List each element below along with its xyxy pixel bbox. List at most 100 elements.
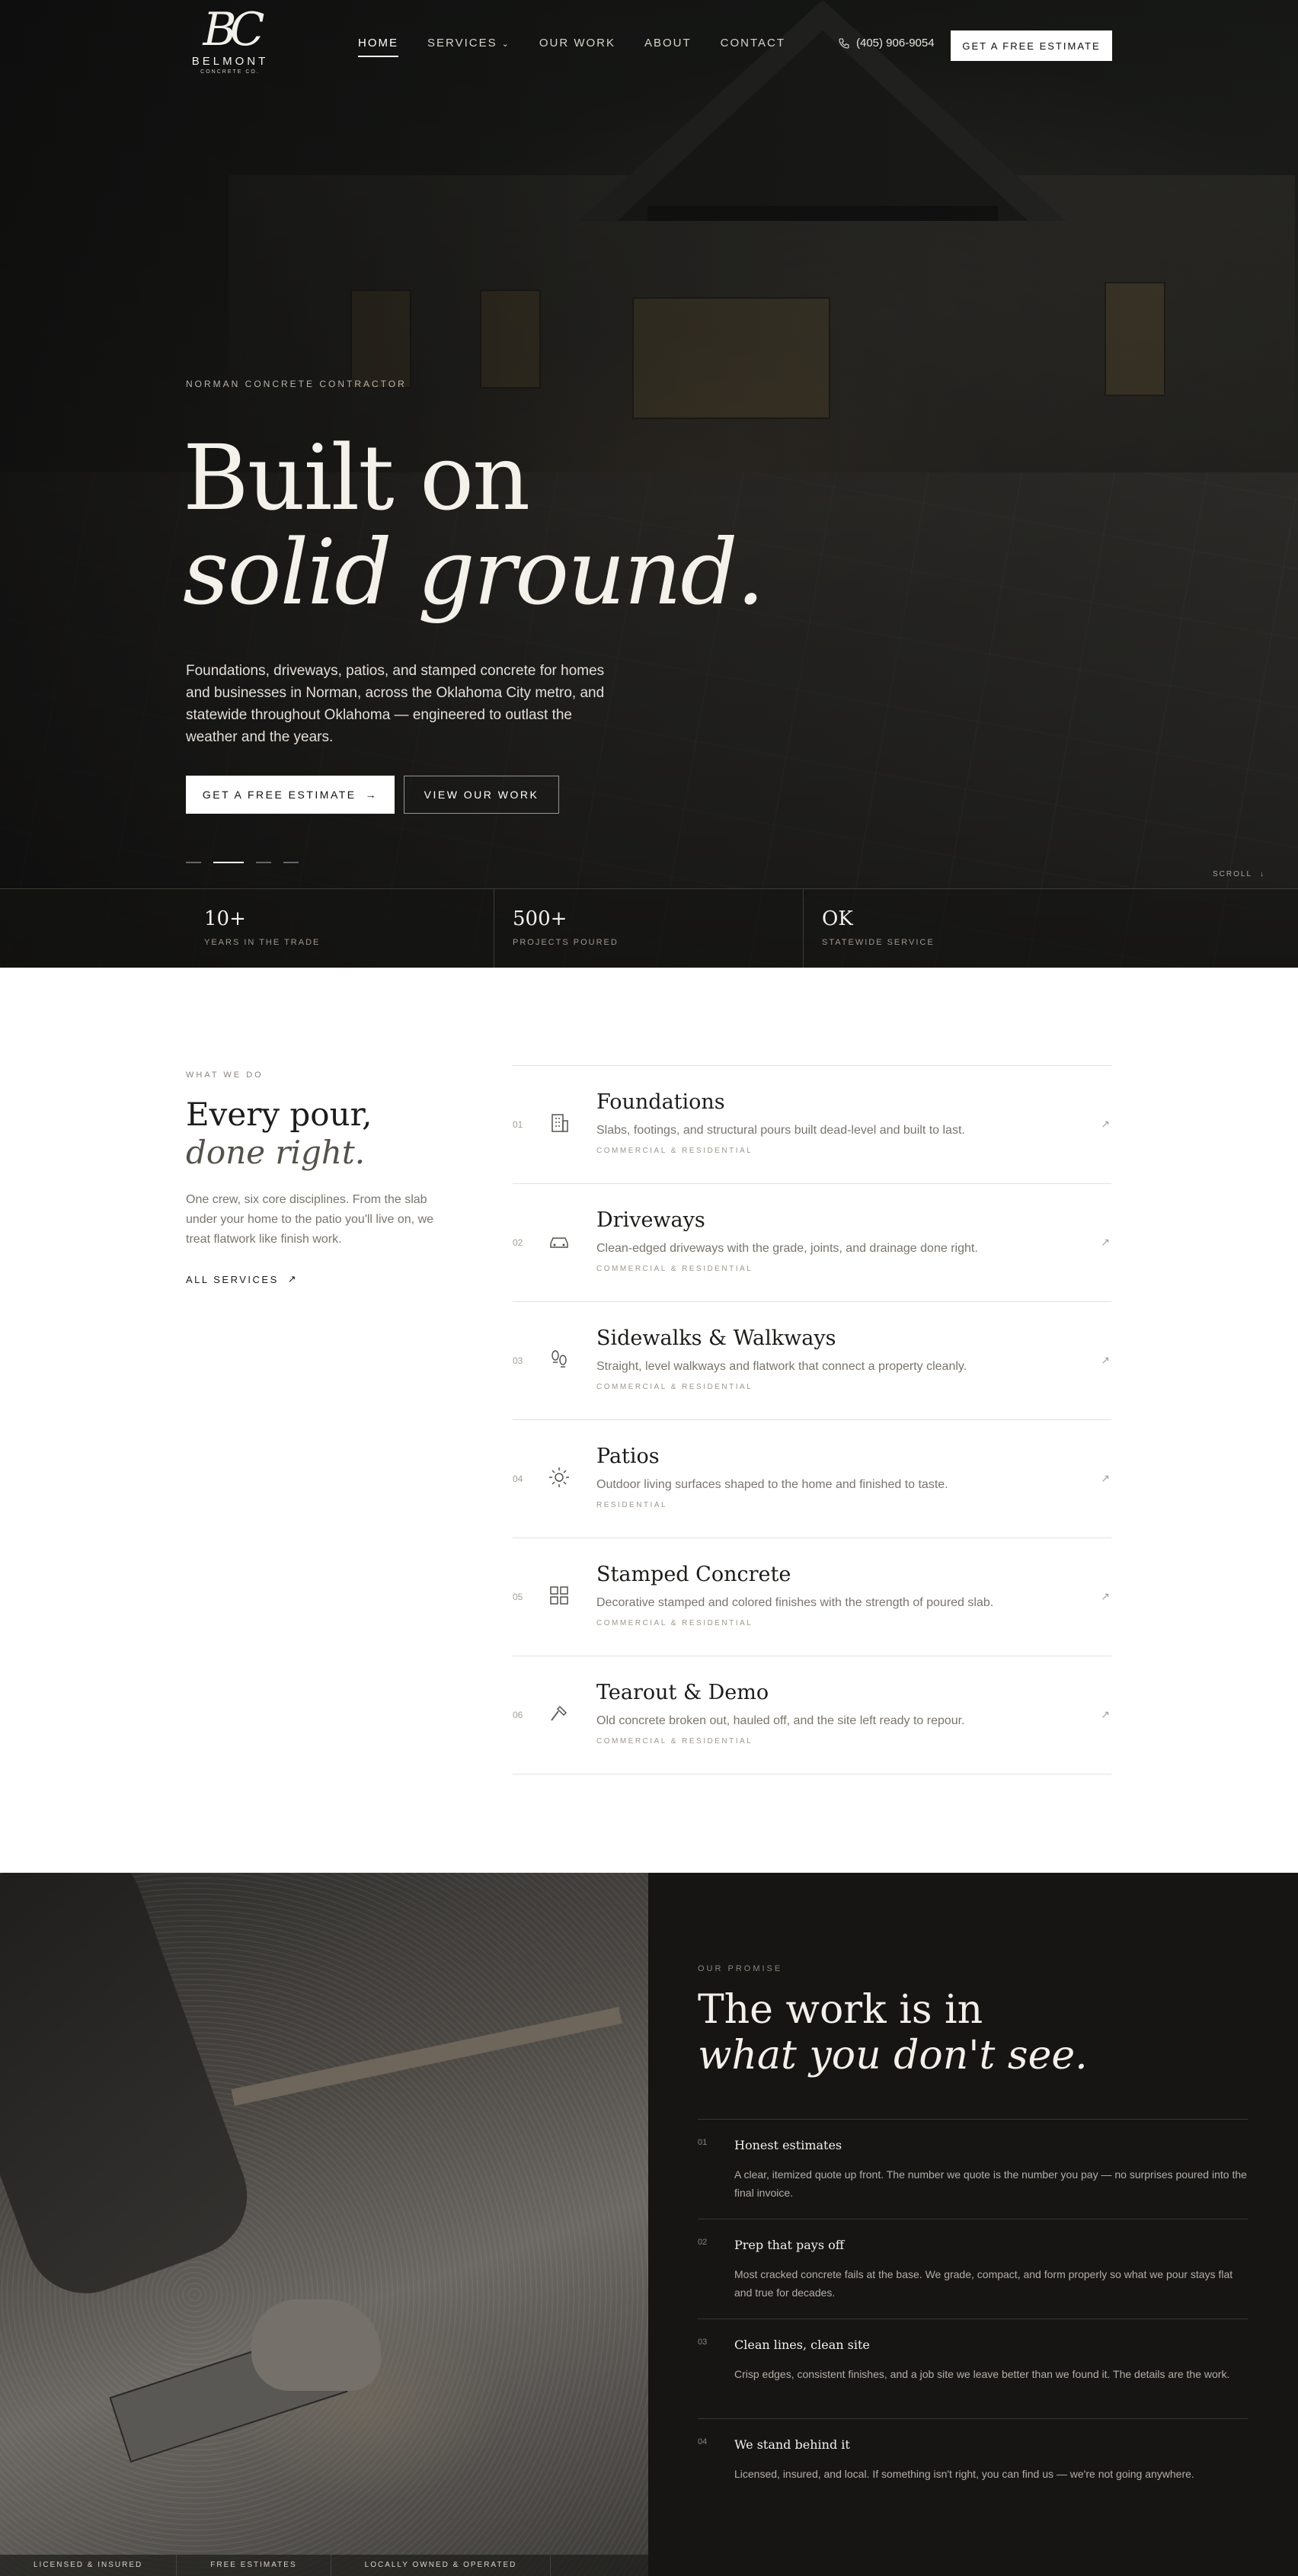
promise-name: Prep that pays off bbox=[734, 2238, 845, 2252]
nav-item-contact[interactable]: CONTACT bbox=[721, 37, 785, 57]
promise-number: 02 bbox=[698, 2238, 708, 2247]
stat-label: PROJECTS POURED bbox=[513, 938, 619, 947]
arrow-up-right-icon: ↗ bbox=[1101, 1590, 1110, 1602]
services-list: 01 Foundations Slabs, footings, and stru… bbox=[513, 1065, 1111, 1774]
badge-locally-owned: LOCALLY OWNED & OPERATED bbox=[331, 2555, 551, 2576]
slide-dot-active[interactable] bbox=[213, 862, 244, 863]
concrete-finishing-photo: LICENSED & INSURED FREE ESTIMATES LOCALL… bbox=[0, 1873, 648, 2576]
service-row-stamped[interactable]: 05 Stamped Concrete Decorative stamped a… bbox=[513, 1538, 1111, 1656]
service-row-foundations[interactable]: 01 Foundations Slabs, footings, and stru… bbox=[513, 1066, 1111, 1184]
promise-number: 03 bbox=[698, 2338, 708, 2347]
promise-name: Clean lines, clean site bbox=[734, 2338, 870, 2352]
service-tag: COMMERCIAL & RESIDENTIAL bbox=[596, 1737, 753, 1746]
promise-text: Crisp edges, consistent finishes, and a … bbox=[734, 2368, 1230, 2380]
service-row-sidewalks[interactable]: 03 Sidewalks & Walkways Straight, level … bbox=[513, 1302, 1111, 1420]
hero-estimate-button[interactable]: GET A FREE ESTIMATE → bbox=[186, 776, 395, 814]
phone-link[interactable]: (405) 906-9054 bbox=[838, 37, 935, 50]
logo-monogram: BC bbox=[203, 3, 264, 56]
promise-number: 01 bbox=[698, 2138, 708, 2147]
sun-icon bbox=[549, 1467, 569, 1487]
service-text: Straight, level walkways and flatwork th… bbox=[596, 1360, 967, 1373]
all-services-link[interactable]: ALL SERVICES ↗ bbox=[186, 1273, 298, 1285]
promise-text: Most cracked concrete fails at the base.… bbox=[734, 2268, 1233, 2299]
badge-licensed: LICENSED & INSURED bbox=[0, 2555, 177, 2576]
phone-icon bbox=[839, 37, 849, 49]
stat-label: STATEWIDE SERVICE bbox=[822, 938, 935, 947]
service-number: 02 bbox=[513, 1237, 523, 1248]
header-estimate-button[interactable]: GET A FREE ESTIMATE bbox=[951, 30, 1112, 61]
service-text: Old concrete broken out, hauled off, and… bbox=[596, 1714, 965, 1727]
slide-dot[interactable] bbox=[283, 862, 299, 863]
arrow-right-icon: → bbox=[365, 789, 379, 801]
service-row-tearout[interactable]: 06 Tearout & Demo Old concrete broken ou… bbox=[513, 1656, 1111, 1774]
scroll-label: SCROLL bbox=[1213, 870, 1253, 878]
arrow-up-right-icon: ↗ bbox=[1101, 1472, 1110, 1484]
stat-item: 10+ YEARS IN THE TRADE bbox=[186, 889, 494, 968]
footprints-icon bbox=[551, 1350, 567, 1368]
arrow-up-right-icon: ↗ bbox=[1101, 1236, 1110, 1248]
scroll-indicator[interactable]: SCROLL ↓ bbox=[1213, 870, 1265, 878]
service-tag: COMMERCIAL & RESIDENTIAL bbox=[596, 1619, 753, 1627]
services-eyebrow: WHAT WE DO bbox=[186, 1070, 264, 1080]
services-title-line2: done right. bbox=[186, 1134, 366, 1171]
hero-eyebrow: NORMAN CONCRETE CONTRACTOR bbox=[186, 379, 407, 389]
service-name: Tearout & Demo bbox=[596, 1681, 769, 1704]
chevron-down-icon: ⌄ bbox=[501, 40, 510, 49]
trust-badges: LICENSED & INSURED FREE ESTIMATES LOCALL… bbox=[0, 2555, 648, 2576]
stat-value: 500+ bbox=[513, 907, 567, 930]
promise-title: The work is in what you don't see. bbox=[698, 1987, 1088, 2078]
service-tag: COMMERCIAL & RESIDENTIAL bbox=[596, 1147, 753, 1155]
badge-free-estimates: FREE ESTIMATES bbox=[177, 2555, 331, 2576]
view-work-button[interactable]: VIEW OUR WORK bbox=[404, 776, 559, 814]
grid-icon bbox=[550, 1586, 568, 1605]
nav-item-about[interactable]: ABOUT bbox=[644, 37, 692, 57]
hero-title: Built on solid ground. bbox=[183, 430, 765, 625]
service-text: Clean-edged driveways with the grade, jo… bbox=[596, 1242, 978, 1255]
service-tag: COMMERCIAL & RESIDENTIAL bbox=[596, 1383, 753, 1391]
all-services-label: ALL SERVICES bbox=[186, 1273, 279, 1285]
promise-name: We stand behind it bbox=[734, 2437, 850, 2452]
service-name: Driveways bbox=[596, 1208, 705, 1232]
stats-bar: 10+ YEARS IN THE TRADE 500+ PROJECTS POU… bbox=[0, 888, 1298, 968]
nav-links: HOME SERVICES ⌄ OUR WORK ABOUT CONTACT bbox=[358, 37, 814, 57]
slide-dot[interactable] bbox=[186, 862, 201, 863]
hero-section: BC BELMONT CONCRETE CO. HOME SERVICES ⌄ O… bbox=[0, 0, 1298, 968]
promise-title-line2: what you don't see. bbox=[698, 2033, 1088, 2078]
arrow-up-right-icon: ↗ bbox=[287, 1273, 299, 1285]
arrow-up-right-icon: ↗ bbox=[1101, 1354, 1110, 1366]
brand-logo[interactable]: BC BELMONT CONCRETE CO. bbox=[186, 6, 274, 85]
service-number: 06 bbox=[513, 1710, 523, 1720]
nav-item-services[interactable]: SERVICES ⌄ bbox=[427, 37, 510, 57]
nav-item-home[interactable]: HOME bbox=[358, 37, 398, 57]
phone-number: (405) 906-9054 bbox=[856, 37, 935, 50]
promise-text: A clear, itemized quote up front. The nu… bbox=[734, 2168, 1247, 2199]
photo-form-board bbox=[231, 2007, 622, 2106]
service-name: Sidewalks & Walkways bbox=[596, 1326, 836, 1350]
services-section: WHAT WE DO Every pour, done right. One c… bbox=[0, 968, 1298, 1873]
service-row-patios[interactable]: 04 Patios Outdoor living surfaces shaped… bbox=[513, 1420, 1111, 1538]
photo-arm bbox=[0, 1873, 264, 2311]
service-name: Stamped Concrete bbox=[596, 1563, 791, 1586]
stat-value: 10+ bbox=[204, 907, 246, 930]
nav-item-our-work[interactable]: OUR WORK bbox=[539, 37, 615, 57]
building-icon bbox=[551, 1114, 568, 1132]
promise-title-line1: The work is in bbox=[698, 1987, 983, 2033]
service-row-driveways[interactable]: 02 Driveways Clean-edged driveways with … bbox=[513, 1184, 1111, 1302]
service-number: 01 bbox=[513, 1119, 523, 1130]
services-title-line1: Every pour, bbox=[186, 1096, 372, 1133]
top-navigation: BC BELMONT CONCRETE CO. HOME SERVICES ⌄ O… bbox=[0, 0, 1298, 91]
service-text: Decorative stamped and colored finishes … bbox=[596, 1596, 994, 1609]
hero-title-line2: solid ground. bbox=[183, 520, 765, 625]
hero-description: Foundations, driveways, patios, and stam… bbox=[186, 663, 605, 745]
slide-dot[interactable] bbox=[256, 862, 271, 863]
promise-section: LICENSED & INSURED FREE ESTIMATES LOCALL… bbox=[0, 1873, 1298, 2576]
service-number: 05 bbox=[513, 1592, 523, 1602]
arrow-up-right-icon: ↗ bbox=[1101, 1118, 1110, 1130]
service-number: 03 bbox=[513, 1355, 523, 1366]
arrow-down-icon: ↓ bbox=[1260, 870, 1266, 878]
promise-list: 01 Honest estimates A clear, itemized qu… bbox=[698, 2119, 1248, 2518]
logo-name: BELMONT bbox=[191, 55, 269, 68]
services-title: Every pour, done right. bbox=[186, 1096, 372, 1172]
service-name: Patios bbox=[596, 1445, 660, 1468]
slide-indicators bbox=[186, 862, 299, 863]
